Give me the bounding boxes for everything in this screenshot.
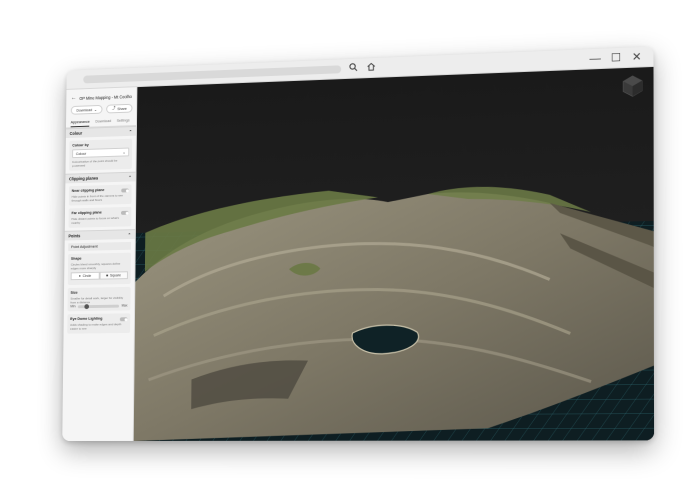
download-button[interactable]: Download ⌄ — [70, 104, 103, 115]
near-clipping-hint: Hide points in front of the camera to se… — [71, 193, 123, 203]
size-label: Size — [70, 290, 78, 295]
shape-circle-button[interactable]: ● Circle — [70, 271, 100, 281]
points-section-header[interactable]: Points ⌃ — [64, 229, 135, 241]
clipping-section-title: Clipping planes — [69, 175, 99, 182]
shape-square-label: Square — [110, 273, 121, 278]
points-section-title: Points — [68, 233, 81, 239]
chevron-up-icon: ⌃ — [128, 174, 132, 180]
app-window: — ☐ ✕ ← OP Mine Mapping - Mt Coolho... D… — [62, 46, 655, 442]
near-clipping-card: Near clipping plane Hide points in front… — [68, 184, 132, 206]
point-cloud-viewport[interactable] — [133, 66, 655, 441]
edl-hint: Adds shading to make edges and depth eas… — [70, 322, 122, 331]
colour-by-label: Colour by — [72, 143, 89, 148]
back-arrow-icon[interactable]: ← — [71, 95, 77, 101]
size-max-label: Max — [121, 303, 128, 308]
chevron-up-icon: ⌃ — [128, 129, 133, 134]
chevron-down-icon: ⌄ — [122, 150, 126, 155]
minimize-button[interactable]: — — [589, 52, 601, 65]
size-slider[interactable] — [78, 303, 119, 309]
chevron-up-icon: ⌃ — [127, 232, 132, 238]
share-button[interactable]: ⤴ Share — [106, 103, 133, 114]
chevron-down-icon: ⌄ — [93, 108, 97, 112]
project-title: OP Mine Mapping - Mt Coolho... — [79, 93, 132, 101]
size-card: Size Smaller for detail work, larger for… — [67, 286, 131, 312]
edl-label: Eye Dome Lighting — [70, 316, 103, 321]
share-icon: ⤴ — [111, 106, 116, 111]
far-clipping-hint: Hide distant points to focus on what's n… — [71, 215, 120, 225]
search-icon[interactable] — [347, 62, 359, 74]
shape-square-button[interactable]: ■ Square — [99, 271, 128, 280]
shape-hint: Circles blend smoothly, squares define e… — [70, 261, 121, 271]
home-icon[interactable] — [365, 61, 377, 73]
clipping-section-header[interactable]: Clipping planes ⌃ — [65, 171, 136, 184]
point-adjustment-header: Point Adjustment — [68, 241, 132, 252]
close-button[interactable]: ✕ — [630, 51, 643, 64]
far-clipping-card: Far clipping plane Hide distant points t… — [68, 206, 132, 228]
tab-download[interactable]: Download — [95, 119, 111, 126]
stage: — ☐ ✕ ← OP Mine Mapping - Mt Coolho... D… — [0, 0, 700, 497]
colour-hint: Colourisation of the point should be pro… — [72, 158, 118, 168]
tab-appearance[interactable]: Appearance — [70, 119, 90, 128]
maximize-button[interactable]: ☐ — [610, 51, 622, 64]
colour-section-title: Colour — [69, 130, 83, 136]
shape-card: Shape Circles blend smoothly, squares de… — [67, 252, 131, 286]
colour-by-select[interactable]: Colour ⌄ — [72, 147, 130, 159]
download-button-label: Download — [76, 107, 93, 113]
shape-segmented-control: ● Circle ■ Square — [70, 271, 128, 281]
far-clipping-toggle[interactable] — [120, 210, 129, 215]
edl-toggle[interactable] — [119, 317, 128, 322]
shape-circle-label: Circle — [82, 273, 92, 278]
shape-label: Shape — [70, 256, 82, 261]
orientation-cube-icon[interactable] — [620, 73, 645, 98]
size-min-label: Min — [70, 304, 76, 309]
colour-by-value: Colour — [75, 151, 87, 156]
size-slider-thumb[interactable] — [84, 303, 90, 309]
edl-card: Eye Dome Lighting Adds shading to make e… — [67, 313, 131, 334]
near-clipping-toggle[interactable] — [121, 188, 129, 193]
near-clipping-label: Near clipping plane — [71, 188, 105, 193]
sidebar: ← OP Mine Mapping - Mt Coolho... Downloa… — [62, 87, 138, 442]
colour-card: Colour by Colour ⌄ Colourisation of the … — [69, 138, 133, 171]
tab-settings[interactable]: Settings — [117, 118, 130, 125]
colour-section-header[interactable]: Colour ⌃ — [65, 125, 137, 139]
square-icon: ■ — [106, 273, 109, 278]
point-cloud-render — [133, 66, 655, 441]
far-clipping-label: Far clipping plane — [71, 210, 102, 216]
share-button-label: Share — [117, 106, 127, 111]
circle-icon: ● — [78, 274, 81, 279]
